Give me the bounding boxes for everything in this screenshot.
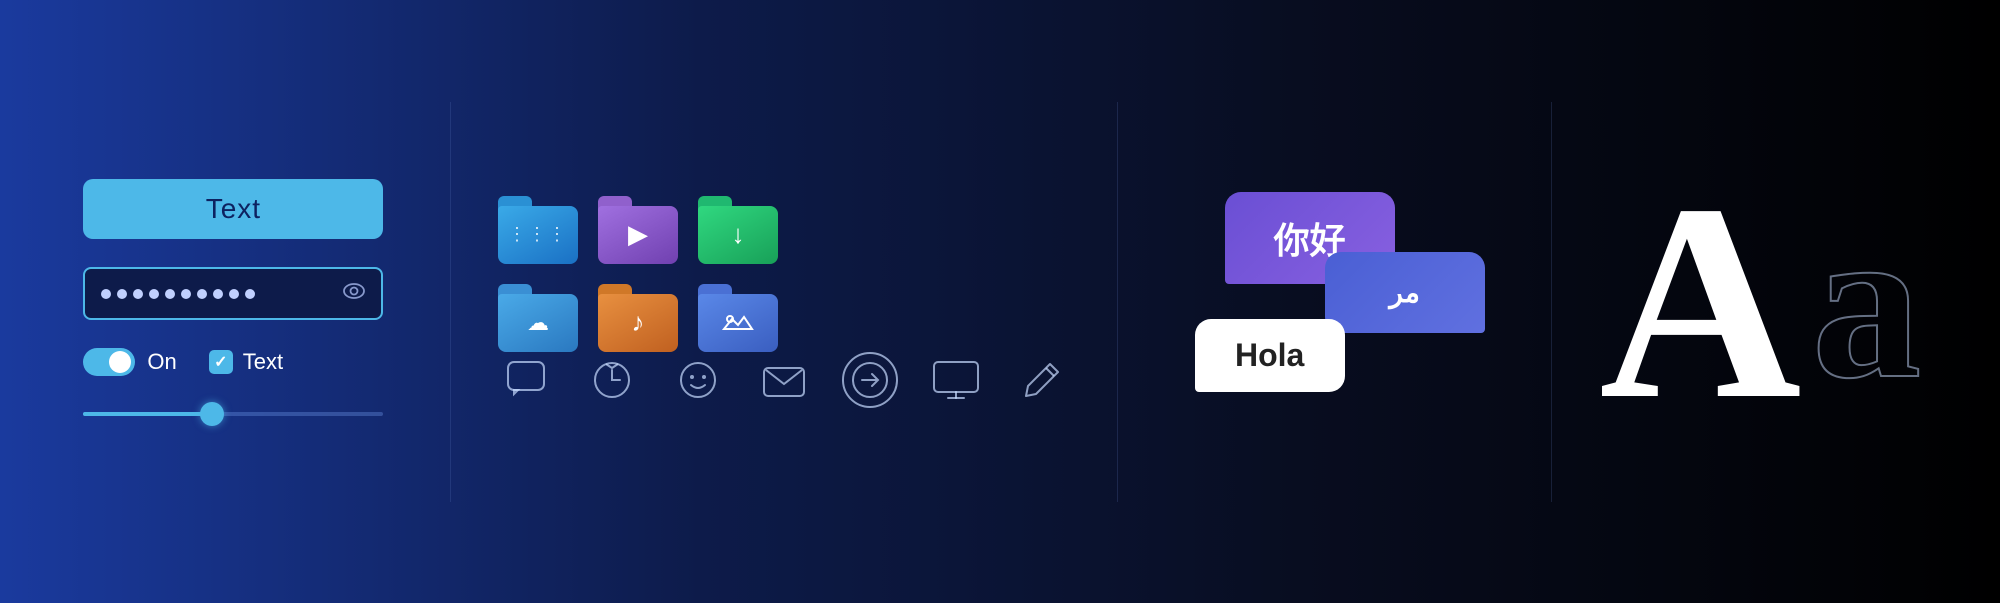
dot-8	[213, 289, 223, 299]
toggle-checkbox-row: On ✓ Text	[83, 348, 403, 376]
checkbox[interactable]: ✓	[209, 350, 233, 374]
outline-letter-a: a	[1812, 192, 1917, 412]
folder-body: ☁	[498, 294, 578, 352]
password-dots	[101, 289, 255, 299]
password-input[interactable]	[83, 267, 383, 320]
pen-icon[interactable]	[1014, 352, 1070, 408]
video-folder[interactable]: ▶	[598, 196, 678, 264]
slider-container[interactable]	[83, 404, 383, 424]
clock-icon[interactable]	[584, 352, 640, 408]
arrow-right-icon[interactable]	[842, 352, 898, 408]
checkbox-container[interactable]: ✓ Text	[209, 349, 283, 375]
slider-fill	[83, 412, 218, 416]
folder-body: ↓	[698, 206, 778, 264]
folder-content: ♪	[598, 294, 678, 352]
toggle-container: On	[83, 348, 176, 376]
dot-2	[117, 289, 127, 299]
divider-3	[1551, 102, 1552, 502]
large-letter-A: A	[1599, 162, 1791, 442]
folder-content	[698, 294, 778, 352]
typography-section: A a	[1599, 162, 1916, 442]
mail-icon[interactable]	[756, 352, 812, 408]
translation-section: 你好 مر Hola	[1165, 132, 1505, 472]
files-folder[interactable]: ⋮⋮⋮	[498, 196, 578, 264]
music-folder[interactable]: ♪	[598, 284, 678, 352]
text-input[interactable]: Text	[83, 179, 383, 239]
folder-content: ☁	[498, 294, 578, 352]
download-folder[interactable]: ↓	[698, 196, 778, 264]
folder-row-top: ⋮⋮⋮ ▶ ↓	[498, 196, 1070, 264]
divider-1	[450, 102, 451, 502]
emoji-icon[interactable]	[670, 352, 726, 408]
folder-content: ⋮⋮⋮	[498, 206, 578, 264]
folder-row-bottom: ☁ ♪	[498, 284, 1070, 352]
controls-section: Text	[83, 179, 403, 424]
folder-body	[698, 294, 778, 352]
dot-5	[165, 289, 175, 299]
divider-2	[1117, 102, 1118, 502]
folders-section: ⋮⋮⋮ ▶ ↓ ☁	[498, 196, 1070, 408]
dot-1	[101, 289, 111, 299]
system-icons-row	[498, 352, 1070, 408]
dot-9	[229, 289, 239, 299]
folder-body: ⋮⋮⋮	[498, 206, 578, 264]
main-container: Text	[0, 0, 2000, 603]
dot-3	[133, 289, 143, 299]
dot-7	[197, 289, 207, 299]
dot-10	[245, 289, 255, 299]
folder-body: ▶	[598, 206, 678, 264]
folder-body: ♪	[598, 294, 678, 352]
dot-4	[149, 289, 159, 299]
slider-thumb[interactable]	[200, 402, 224, 426]
checkbox-label: Text	[243, 349, 283, 375]
eye-icon[interactable]	[343, 283, 365, 304]
checkmark-icon: ✓	[214, 352, 227, 372]
toggle-switch[interactable]	[83, 348, 135, 376]
monitor-icon[interactable]	[928, 352, 984, 408]
spanish-bubble: Hola	[1195, 319, 1345, 392]
folder-content: ↓	[698, 206, 778, 264]
dot-6	[181, 289, 191, 299]
slider-track	[83, 412, 383, 416]
photos-folder[interactable]	[698, 284, 778, 352]
chat-icon[interactable]	[498, 352, 554, 408]
toggle-knob	[109, 351, 131, 373]
arabic-bubble: مر	[1325, 252, 1485, 333]
folder-content: ▶	[598, 206, 678, 264]
toggle-label: On	[147, 349, 176, 375]
cloud-folder[interactable]: ☁	[498, 284, 578, 352]
